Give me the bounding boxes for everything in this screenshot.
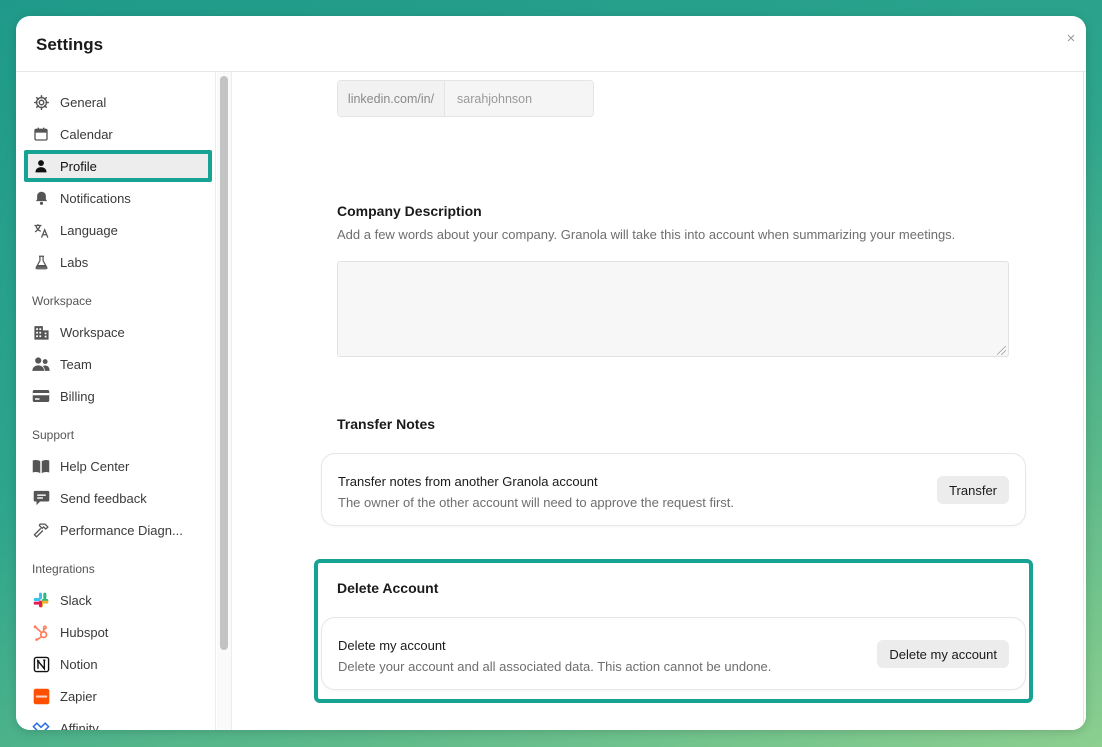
sidebar-item-hubspot[interactable]: Hubspot xyxy=(24,618,210,646)
textarea-resize-handle[interactable] xyxy=(997,346,1006,355)
company-description-help: Add a few words about your company. Gran… xyxy=(337,227,956,242)
transfer-notes-heading: Transfer Notes xyxy=(337,416,436,432)
sidebar-item-label: Workspace xyxy=(60,324,125,340)
transfer-card-title: Transfer notes from another Granola acco… xyxy=(338,474,598,489)
sidebar-item-label: Billing xyxy=(60,388,95,404)
sidebar-item-profile[interactable]: Profile xyxy=(24,152,210,180)
sidebar-item-billing[interactable]: Billing xyxy=(24,382,210,410)
flask-icon xyxy=(32,253,50,271)
bell-icon xyxy=(32,189,50,207)
sidebar-item-label: Team xyxy=(60,356,92,372)
sidebar-item-label: Profile xyxy=(60,158,97,174)
calendar-icon xyxy=(32,125,50,143)
sidebar-item-label: Hubspot xyxy=(60,624,109,640)
sidebar-item-label: Help Center xyxy=(60,458,130,474)
sidebar-item-label: Labs xyxy=(60,254,89,270)
sidebar-item-label: Performance Diagn... xyxy=(60,522,183,538)
sidebar-item-label: Send feedback xyxy=(60,490,147,506)
hubspot-icon xyxy=(32,623,50,641)
delete-account-card: Delete my account Delete your account an… xyxy=(321,617,1026,690)
sidebar-item-workspace[interactable]: Workspace xyxy=(24,318,210,346)
sidebar-item-label: Calendar xyxy=(60,126,113,142)
slack-icon xyxy=(32,591,50,609)
delete-account-heading: Delete Account xyxy=(337,580,439,596)
sidebar-item-affinity[interactable]: Affinity xyxy=(24,714,210,730)
building-icon xyxy=(32,323,50,341)
zapier-icon xyxy=(32,687,50,705)
sidebar-item-label: Language xyxy=(60,222,118,238)
sidebar-item-label: General xyxy=(60,94,107,110)
sidebar-item-help-center[interactable]: Help Center xyxy=(24,452,210,480)
transfer-button[interactable]: Transfer xyxy=(937,476,1009,504)
delete-card-title: Delete my account xyxy=(338,638,446,653)
sidebar-scrollbar-thumb[interactable] xyxy=(220,76,228,650)
translate-icon xyxy=(32,221,50,239)
sidebar-item-label: Slack xyxy=(60,592,92,608)
book-icon xyxy=(32,457,50,475)
transfer-card-subtitle: The owner of the other account will need… xyxy=(338,495,735,510)
person-icon xyxy=(32,157,50,175)
title-bar: Settings × xyxy=(16,16,1086,72)
section-label-workspace: Workspace xyxy=(32,294,92,308)
sidebar-item-language[interactable]: Language xyxy=(24,216,210,244)
hammer-icon xyxy=(32,521,50,539)
sidebar-item-calendar[interactable]: Calendar xyxy=(24,120,210,148)
close-icon[interactable]: × xyxy=(1062,30,1080,48)
sidebar-item-send-feedback[interactable]: Send feedback xyxy=(24,484,210,512)
settings-sidebar: General Calendar Profile Notifications L… xyxy=(16,72,216,730)
window-title: Settings xyxy=(36,35,104,54)
content-scrollbar[interactable] xyxy=(1083,72,1086,730)
section-label-integrations: Integrations xyxy=(32,562,95,576)
company-description-textarea[interactable] xyxy=(337,261,1009,357)
team-icon xyxy=(32,355,50,373)
sidebar-item-notifications[interactable]: Notifications xyxy=(24,184,210,212)
notion-icon xyxy=(32,655,50,673)
settings-window: Settings × General Calendar Profile Noti… xyxy=(16,16,1086,730)
delete-my-account-button[interactable]: Delete my account xyxy=(877,640,1009,668)
sidebar-item-general[interactable]: General xyxy=(24,88,210,116)
settings-content: linkedin.com/in/ Company Description Add… xyxy=(232,72,1086,730)
sidebar-scrollbar[interactable] xyxy=(217,72,232,730)
company-description-heading: Company Description xyxy=(337,203,482,219)
transfer-notes-card: Transfer notes from another Granola acco… xyxy=(321,453,1026,526)
linkedin-prefix: linkedin.com/in/ xyxy=(338,81,445,116)
delete-card-subtitle: Delete your account and all associated d… xyxy=(338,659,772,674)
gear-icon xyxy=(32,93,50,111)
card-icon xyxy=(32,387,50,405)
sidebar-item-slack[interactable]: Slack xyxy=(24,586,210,614)
sidebar-item-notion[interactable]: Notion xyxy=(24,650,210,678)
sidebar-item-label: Affinity xyxy=(60,720,99,731)
affinity-icon xyxy=(32,719,50,730)
chat-icon xyxy=(32,489,50,507)
linkedin-username-input[interactable] xyxy=(445,81,593,116)
sidebar-item-label: Notifications xyxy=(60,190,131,206)
sidebar-item-label: Zapier xyxy=(60,688,97,704)
linkedin-url-field: linkedin.com/in/ xyxy=(337,80,594,117)
sidebar-item-label: Notion xyxy=(60,656,98,672)
section-label-support: Support xyxy=(32,428,75,442)
sidebar-item-labs[interactable]: Labs xyxy=(24,248,210,276)
sidebar-item-zapier[interactable]: Zapier xyxy=(24,682,210,710)
sidebar-item-team[interactable]: Team xyxy=(24,350,210,378)
sidebar-item-performance-diagnostics[interactable]: Performance Diagn... xyxy=(24,516,210,544)
